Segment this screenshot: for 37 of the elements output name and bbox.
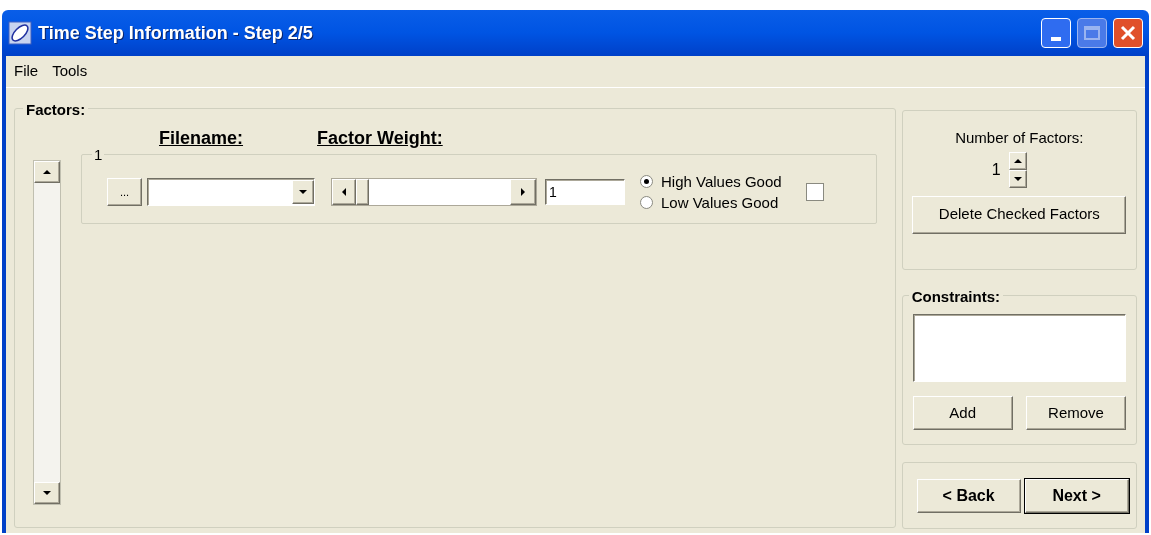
filename-dropdown[interactable] xyxy=(147,178,315,206)
add-button[interactable]: Add xyxy=(912,396,1013,430)
browse-button[interactable]: ... xyxy=(107,178,142,206)
column-header: Filename: xyxy=(159,127,244,150)
weight-field[interactable]: 1 xyxy=(545,179,625,205)
window-title: Time Step Information - Step 2/5 xyxy=(38,21,313,45)
remove-button[interactable]: Remove xyxy=(1026,396,1126,430)
column-header: Factor Weight: xyxy=(317,127,443,150)
close-button[interactable] xyxy=(1113,18,1143,48)
decrement-button[interactable] xyxy=(1008,169,1027,188)
checkbox[interactable] xyxy=(805,183,824,201)
next-button[interactable]: Next > xyxy=(1024,478,1129,513)
increment-button[interactable] xyxy=(1008,151,1027,170)
up-arrow-icon xyxy=(1013,157,1022,164)
right-arrow-icon xyxy=(520,188,526,196)
radio-button[interactable] xyxy=(640,175,653,188)
back-button[interactable]: < Back xyxy=(916,478,1021,513)
radio-label: High Values Good xyxy=(661,172,782,191)
left-arrow-icon xyxy=(341,188,347,196)
radio-button[interactable] xyxy=(640,196,653,209)
count-value: 1 xyxy=(991,159,1001,180)
delete-button[interactable]: Delete Checked Factors xyxy=(912,195,1127,234)
down-arrow-icon xyxy=(43,490,51,496)
down-arrow-icon xyxy=(1013,175,1022,182)
count-label: Number of Factors: xyxy=(955,128,1084,148)
up-arrow-icon xyxy=(43,169,51,175)
constraints-list[interactable] xyxy=(912,314,1126,382)
app-icon xyxy=(8,21,32,45)
close-icon xyxy=(1120,25,1136,41)
minimize-button[interactable] xyxy=(1041,18,1071,48)
vertical-scrollbar[interactable] xyxy=(33,160,61,505)
weight-slider[interactable] xyxy=(331,178,537,206)
menu-item[interactable]: File xyxy=(8,60,45,83)
radio-label: Low Values Good xyxy=(661,193,779,212)
menu-item[interactable]: Tools xyxy=(46,60,94,83)
slider-thumb[interactable] xyxy=(356,179,369,205)
caret-icon xyxy=(299,189,307,195)
